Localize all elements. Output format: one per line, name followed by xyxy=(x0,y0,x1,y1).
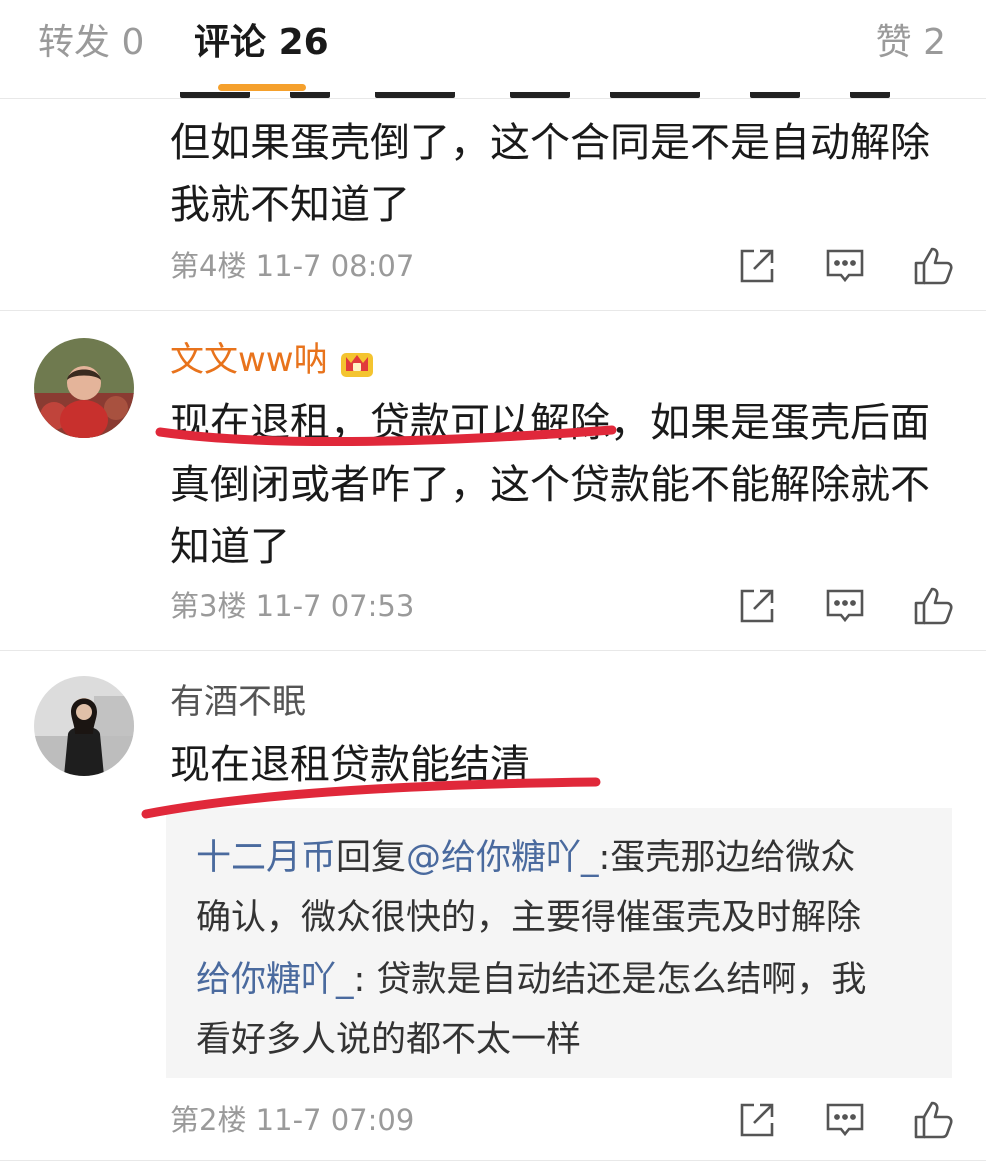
tab-bar: 转发 0 评论 26 赞 2 xyxy=(0,0,986,98)
share-icon[interactable] xyxy=(734,243,780,289)
reply-author-link[interactable]: 给你糖吖_ xyxy=(196,960,354,1000)
share-icon[interactable] xyxy=(734,583,780,629)
tab-comments-label: 评论 xyxy=(194,22,267,63)
reply-thread[interactable]: 十二月币回复@给你糖吖_:蛋壳那边给微众 确认，微众很快的，主要得催蛋壳及时解除… xyxy=(166,808,952,1078)
mention-link[interactable]: @给你糖吖_ xyxy=(406,838,599,878)
comment-actions xyxy=(734,243,953,289)
comment-time: 11-7 07:09 xyxy=(255,1103,415,1137)
tab-repost-label: 转发 xyxy=(38,22,111,63)
thumbs-up-icon[interactable] xyxy=(910,243,956,289)
comment-icon[interactable] xyxy=(822,583,868,629)
reply-verb: 回复 xyxy=(336,838,407,878)
reply-author-link[interactable]: 十二月币 xyxy=(196,838,336,878)
comment-text: 现在退租贷款能结清 xyxy=(170,734,950,796)
tab-likes-label: 赞 xyxy=(875,22,912,63)
comment-divider xyxy=(0,650,986,651)
thumbs-up-icon[interactable] xyxy=(910,1097,956,1143)
comment-icon[interactable] xyxy=(822,1097,868,1143)
comment-time: 11-7 08:07 xyxy=(255,249,415,283)
comment-text: 现在退租，贷款可以解除，如果是蛋壳后面 真倒闭或者咋了，这个贷款能不能解除就不 … xyxy=(170,392,950,578)
floor-number: 第4楼 xyxy=(170,249,247,283)
comment-actions xyxy=(734,583,953,629)
comment-text-line: 真倒闭或者咋了，这个贷款能不能解除就不 xyxy=(170,462,930,508)
comment-divider xyxy=(0,310,986,311)
username[interactable]: 有酒不眠 xyxy=(170,680,306,724)
reply-text: :蛋壳那边给微众 xyxy=(598,838,856,878)
comment-text-line: 现在退租贷款能结清 xyxy=(170,742,530,788)
comment-text-line: 但如果蛋壳倒了，这个合同是不是自动解除 xyxy=(170,120,930,166)
comment-meta: 第3楼 11-7 07:53 xyxy=(170,588,414,624)
reply-text-line: 确认，微众很快的，主要得催蛋壳及时解除 xyxy=(196,898,862,938)
active-tab-indicator xyxy=(218,84,306,91)
comment-meta: 第2楼 11-7 07:09 xyxy=(170,1102,414,1138)
username-text: 文文ww呐 xyxy=(170,340,328,380)
avatar[interactable] xyxy=(34,676,134,776)
tab-repost[interactable]: 转发 0 xyxy=(38,20,144,66)
avatar[interactable] xyxy=(34,338,134,438)
reply-text: : 贷款是自动结还是怎么结啊，我 xyxy=(353,960,867,1000)
comment-meta: 第4楼 11-7 08:07 xyxy=(170,248,414,284)
comment-actions xyxy=(734,1097,953,1143)
comment-text: 但如果蛋壳倒了，这个合同是不是自动解除 我就不知道了 xyxy=(170,112,950,236)
comment-time: 11-7 07:53 xyxy=(255,589,415,623)
comment-divider xyxy=(0,1160,986,1161)
username[interactable]: 文文ww呐 xyxy=(170,338,376,382)
thumbs-up-icon[interactable] xyxy=(910,583,956,629)
tab-comments-count: 26 xyxy=(278,22,329,63)
clipped-text-fragment xyxy=(160,92,920,106)
reply-item: 给你糖吖_: 贷款是自动结还是怎么结啊，我 xyxy=(196,950,926,1010)
username-text: 有酒不眠 xyxy=(170,682,306,722)
comment-icon[interactable] xyxy=(822,243,868,289)
reply-item: 十二月币回复@给你糖吖_:蛋壳那边给微众 xyxy=(196,828,926,888)
comment-text-line: 现在退租，贷款可以解除，如果是蛋壳后面 xyxy=(170,400,930,446)
tab-comments[interactable]: 评论 26 xyxy=(194,20,329,66)
share-icon[interactable] xyxy=(734,1097,780,1143)
floor-number: 第3楼 xyxy=(170,589,247,623)
tab-likes[interactable]: 赞 2 xyxy=(876,20,946,66)
tab-likes-count: 2 xyxy=(923,22,946,63)
comment-text-line: 知道了 xyxy=(170,524,290,570)
crown-vip-icon xyxy=(338,343,376,381)
tab-repost-count: 0 xyxy=(121,22,145,63)
reply-text-line: 看好多人说的都不太一样 xyxy=(196,1020,582,1060)
floor-number: 第2楼 xyxy=(170,1103,247,1137)
comment-text-line: 我就不知道了 xyxy=(170,182,410,228)
